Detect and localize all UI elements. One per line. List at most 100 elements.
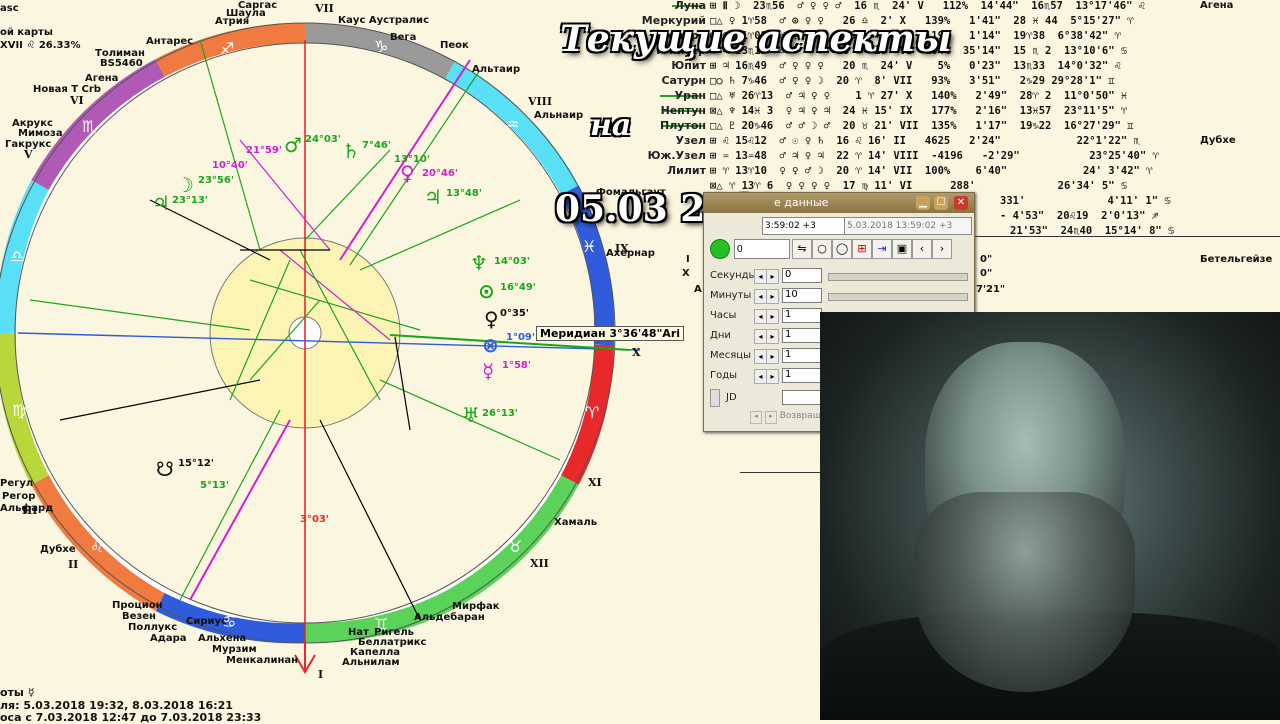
star-label: Альнилам: [342, 657, 400, 668]
node-south-degree: 15°12': [178, 458, 214, 469]
house-label: VI: [69, 94, 84, 107]
dialog-titlebar[interactable]: е данные ▁ ☐ ✕: [704, 193, 974, 213]
return-button[interactable]: ◂ ▸ Возвращ: [750, 411, 821, 424]
spin-up-icon[interactable]: ▸: [766, 369, 779, 384]
house-label: VII: [314, 2, 334, 15]
sagittarius-icon: ♐: [220, 39, 234, 58]
sun-degree: 21°59': [246, 145, 282, 156]
reset-icon[interactable]: ⇋: [792, 239, 812, 259]
meridian-tooltip: Меридиан 3°36'48"Ari: [536, 326, 685, 341]
spin-up-icon[interactable]: ▸: [766, 309, 779, 324]
venus-icon[interactable]: ♀: [484, 307, 499, 331]
field-label: Часы: [710, 310, 737, 321]
step-input[interactable]: [734, 239, 790, 259]
next-icon[interactable]: ›: [932, 239, 952, 259]
jupiter-icon[interactable]: ♃: [152, 191, 170, 215]
house-label: II: [68, 558, 78, 571]
jd-checkbox[interactable]: [710, 389, 720, 407]
return-label: Возвращ: [779, 411, 822, 421]
minimize-icon[interactable]: ▁: [916, 196, 930, 210]
moon-icon[interactable]: ☽: [176, 173, 194, 197]
spin-up-icon[interactable]: ▸: [764, 411, 777, 424]
leo-icon: ♌: [90, 537, 104, 556]
go-icon[interactable]: [710, 239, 730, 259]
misc-label: 0": [980, 268, 993, 279]
field-days: Дни ◂ ▸ 1: [708, 327, 824, 345]
overlay-title: Текущие аспекты: [560, 18, 952, 60]
seconds-input[interactable]: 0: [782, 268, 822, 283]
prev-icon[interactable]: ‹: [912, 239, 932, 259]
uranus-degree: 26°13': [482, 408, 518, 419]
planet-name[interactable]: Плутон: [560, 119, 706, 134]
star-name: Бетельгейзе: [1200, 254, 1273, 265]
pluto-icon[interactable]: ♀: [400, 161, 415, 185]
planet-name[interactable]: Нептун: [560, 104, 706, 119]
house-label: XI: [588, 476, 602, 489]
planet-data-row: ⊞ ♌ 15♌12 ♂ ☉ ♀ ♄ 16 ♌ 16' II 4625 2'24"…: [710, 135, 1140, 147]
star-label: Процион: [112, 600, 163, 611]
libra-icon: ♎: [10, 247, 24, 266]
uranus-icon[interactable]: ♅: [462, 403, 480, 427]
planet-name[interactable]: Юж.Узел: [560, 149, 706, 164]
field-label: Месяцы: [710, 350, 751, 361]
star-label: Мурзим: [212, 644, 257, 655]
datetime-display: 5.03.2018 13:59:02 +3: [844, 217, 972, 235]
planet-data-row: ⊠△ ♆ 14♓ 3 ♀ ♃ ♀ ♃ 24 ♓ 15' IX 177% 2'16…: [710, 105, 1128, 117]
bottom-info: оса с 7.03.2018 12:47 до 7.03.2018 23:33: [0, 711, 262, 724]
star-label: Менкалинан: [226, 655, 299, 666]
planet-name[interactable]: Сатурн: [560, 74, 706, 89]
neptune-icon[interactable]: ♆: [470, 251, 488, 275]
planet-data-row: ⊞ ♈ 13♈10 ♀ ♀ ♂ ☽ 20 ♈ 14' VII 100% 6'40…: [710, 165, 1153, 177]
spin-down-icon[interactable]: ◂: [750, 411, 762, 424]
star-label: Адара: [150, 633, 187, 644]
aries-icon: ♈: [585, 403, 599, 422]
mercury-icon[interactable]: ☿: [482, 359, 494, 383]
grid-icon[interactable]: ⊞: [852, 239, 872, 259]
maximize-icon[interactable]: ☐: [934, 196, 948, 210]
earth-icon[interactable]: ⊗: [482, 333, 499, 357]
sun-icon[interactable]: ⊙: [478, 279, 495, 303]
saturn-icon[interactable]: ♄: [342, 139, 360, 163]
spin-up-icon[interactable]: ▸: [766, 289, 779, 304]
planet-name[interactable]: Уран: [560, 89, 706, 104]
planet-name[interactable]: Узел: [560, 134, 706, 149]
star-label: Альтаир: [472, 64, 521, 75]
mars-icon[interactable]: ♂: [284, 133, 302, 157]
months-input[interactable]: 1: [782, 348, 822, 363]
planet-name[interactable]: Лилит: [560, 164, 706, 179]
house-label: I: [318, 668, 323, 681]
planet-name[interactable]: Юпит: [560, 59, 706, 74]
node-icon[interactable]: ♃: [424, 185, 442, 209]
field-label: Годы: [710, 370, 738, 381]
circle-large-icon[interactable]: ◯: [832, 239, 852, 259]
virgo-icon: ♍: [12, 401, 26, 420]
planet-data-row: □○ ♄ 7♑46 ♂ ♀ ♀ ☽ 20 ♈ 8' VII 93% 3'51" …: [710, 75, 1115, 87]
hours-input[interactable]: 1: [782, 308, 822, 323]
field-minutes: Минуты ◂ ▸ 10: [708, 287, 824, 305]
days-input[interactable]: 1: [782, 328, 822, 343]
star-label: XVII ♌ 26.33%: [0, 40, 81, 51]
star-label: ой карты: [0, 27, 53, 38]
spin-up-icon[interactable]: ▸: [766, 269, 779, 284]
field-label: Минуты: [710, 290, 752, 301]
star-label: asc: [0, 3, 19, 14]
planet-data-row: - 4'53" 20♌19 2'0'13" ♐: [1000, 210, 1159, 222]
close-icon[interactable]: ✕: [954, 196, 968, 210]
misc-label: 0": [980, 254, 993, 265]
minutes-input[interactable]: 10: [782, 288, 822, 303]
save-icon[interactable]: ▣: [892, 239, 912, 259]
planet-name[interactable]: Луна: [560, 0, 706, 14]
presenter-beard: [915, 492, 1135, 692]
star-label: Хамаль: [554, 517, 598, 528]
seconds-slider[interactable]: [828, 273, 968, 281]
divider: [974, 236, 1280, 237]
circle-icon[interactable]: ○: [812, 239, 832, 259]
spin-up-icon[interactable]: ▸: [766, 349, 779, 364]
spin-up-icon[interactable]: ▸: [766, 329, 779, 344]
saturn-degree: 7°46': [362, 140, 391, 151]
years-input[interactable]: 1: [782, 368, 822, 383]
jupiter2-degree: 16°49': [500, 282, 536, 293]
minutes-slider[interactable]: [828, 293, 968, 301]
south-node-icon[interactable]: ☋: [156, 457, 174, 481]
export-icon[interactable]: ⇥: [872, 239, 892, 259]
